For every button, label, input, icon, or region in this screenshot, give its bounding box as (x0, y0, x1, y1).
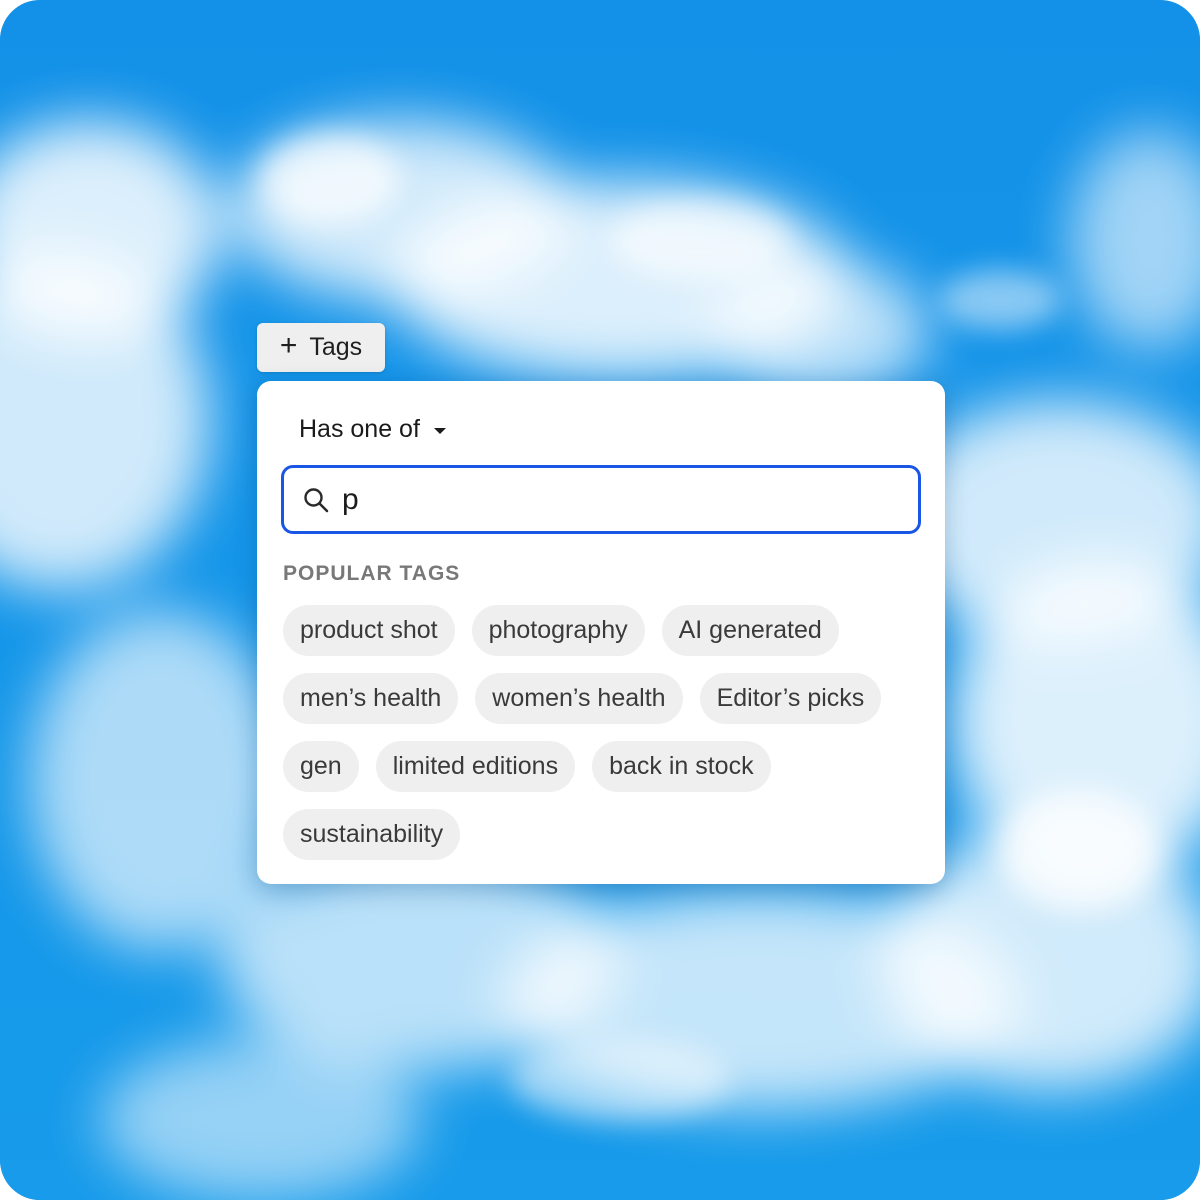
tag-chip[interactable]: AI generated (661, 605, 839, 656)
search-icon (304, 487, 329, 512)
operator-label: Has one of (299, 415, 420, 443)
tag-chip[interactable]: product shot (283, 605, 455, 656)
operator-dropdown[interactable]: Has one of (299, 415, 446, 444)
tag-filter-panel: Has one of POPULAR TAGS product shot pho… (257, 381, 945, 884)
tag-chip[interactable]: back in stock (592, 741, 771, 792)
tag-chip[interactable]: men’s health (283, 673, 459, 724)
tag-chip[interactable]: women’s health (475, 673, 683, 724)
tag-chip[interactable]: Editor’s picks (699, 673, 882, 724)
tag-chip[interactable]: gen (283, 741, 359, 792)
popular-tags-list: product shot photography AI generated me… (283, 605, 933, 860)
tag-chip[interactable]: sustainability (283, 809, 461, 860)
tag-chip[interactable]: photography (471, 605, 645, 656)
add-tags-button[interactable]: + Tags (257, 323, 385, 372)
caret-down-icon (433, 427, 446, 434)
plus-icon: + (279, 329, 298, 362)
tag-search-input[interactable] (342, 482, 882, 517)
tag-search-field[interactable] (281, 465, 921, 534)
popular-tags-heading: POPULAR TAGS (283, 562, 461, 585)
tag-chip[interactable]: limited editions (375, 741, 576, 792)
tags-button-label: Tags (309, 333, 363, 361)
canvas-frame: + Tags Has one of POPULAR TAGS product s… (0, 0, 1200, 1200)
